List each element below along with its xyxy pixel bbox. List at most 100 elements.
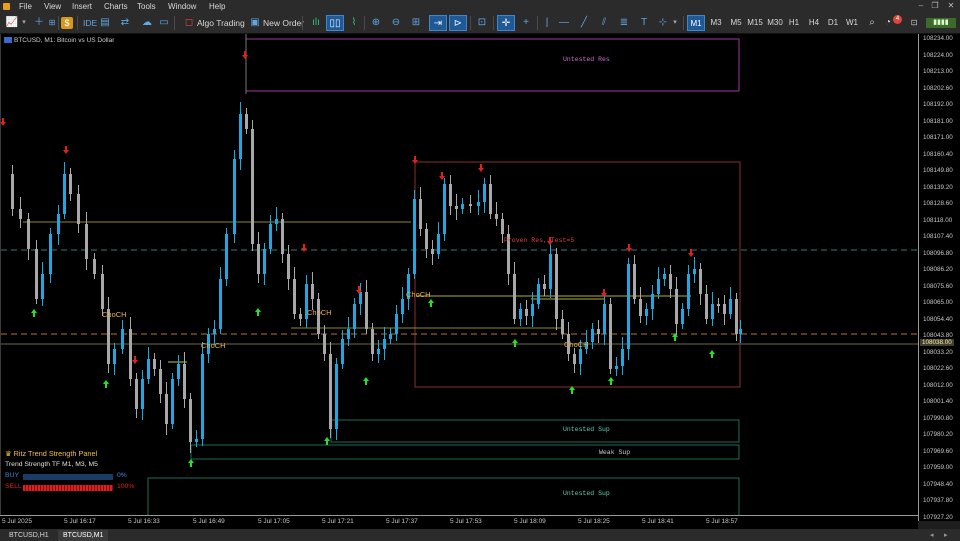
zoom-out-icon[interactable]: ⊖ xyxy=(389,15,403,31)
chart-canvas[interactable] xyxy=(1,34,918,521)
algo-trading-button[interactable]: Algo Trading xyxy=(197,15,245,31)
timeframe-h1[interactable]: H1 xyxy=(785,15,803,31)
candle xyxy=(19,209,22,219)
buy-strength-bar xyxy=(23,474,113,480)
timeframe-m3[interactable]: M3 xyxy=(707,15,725,31)
market-icon[interactable]: $ xyxy=(61,17,73,29)
candle xyxy=(531,304,534,316)
zoom-in-icon[interactable]: ⊕ xyxy=(369,15,383,31)
candle xyxy=(239,114,242,159)
price-axis[interactable]: 108234.00 108224.00 108213.00 108202.60 1081… xyxy=(918,34,960,521)
indicators-icon[interactable]: ⊡ xyxy=(474,15,490,31)
price-tick-label: 108107.40 xyxy=(923,233,953,240)
candle xyxy=(129,329,132,379)
timeframe-d1[interactable]: D1 xyxy=(825,15,841,31)
candle xyxy=(189,399,192,442)
timeframe-m15[interactable]: M15 xyxy=(745,15,765,31)
ide-button[interactable]: IDE xyxy=(83,15,97,31)
close-icon[interactable]: ✕ xyxy=(946,1,956,11)
timeframe-m5[interactable]: M5 xyxy=(727,15,745,31)
cursor-icon[interactable]: + xyxy=(519,15,533,31)
sell-arrow-icon xyxy=(242,51,248,59)
navigator-icon[interactable]: ⇄ xyxy=(118,15,132,31)
time-tick-label: 5 Jul 17:05 xyxy=(258,518,290,525)
time-tick-label: 5 Jul 18:57 xyxy=(706,518,738,525)
time-tick-label: 5 Jul 16:49 xyxy=(193,518,225,525)
untested-sup-zone-2 xyxy=(147,477,740,517)
grid-icon[interactable]: ⊞ xyxy=(409,15,423,31)
horizontal-line-icon[interactable]: — xyxy=(557,15,571,31)
price-tick-label: 108128.60 xyxy=(923,200,953,207)
sell-strength-fill xyxy=(23,485,113,491)
buy-arrow-icon xyxy=(709,350,715,358)
candle xyxy=(419,199,422,229)
timeframe-m30[interactable]: M30 xyxy=(765,15,785,31)
panel-title-row: ♛ Ritz Trend Strength Panel xyxy=(5,449,97,458)
buy-arrow-icon xyxy=(608,377,614,385)
timeframe-m1[interactable]: M1 xyxy=(687,15,705,31)
candle xyxy=(627,264,630,349)
trendline-icon[interactable]: ╱ xyxy=(577,15,591,31)
text-tool-icon[interactable]: T xyxy=(638,15,650,31)
chevron-down-icon[interactable]: ▾ xyxy=(671,15,679,31)
algo-trading-icon[interactable]: ◻ xyxy=(184,15,194,31)
search-icon[interactable]: ⌕ xyxy=(866,15,878,31)
candle xyxy=(513,274,516,319)
candles-group xyxy=(11,102,742,453)
candle xyxy=(495,214,498,219)
chart-type-icon[interactable]: 📈 xyxy=(4,15,20,31)
candle xyxy=(329,354,332,429)
candle xyxy=(121,329,124,349)
shapes-icon[interactable]: ⊹ xyxy=(656,15,670,31)
auto-scroll-icon[interactable]: ⇥ xyxy=(429,15,447,31)
chart-area[interactable]: Untested Res Proven Res, Test=5 Untested… xyxy=(0,34,918,521)
vps-icon[interactable]: ▭ xyxy=(158,15,170,31)
timeframe-h4[interactable]: H4 xyxy=(805,15,823,31)
tab-scroll-right-icon[interactable]: ▸ xyxy=(944,531,948,539)
channel-icon[interactable]: ⫽ xyxy=(597,15,611,31)
crosshair-icon[interactable]: ✛ xyxy=(497,15,515,31)
chevron-down-icon[interactable]: ▾ xyxy=(20,15,28,31)
candle xyxy=(401,299,404,314)
profiles-icon[interactable]: ⊞ xyxy=(46,15,58,31)
signals-icon[interactable]: ☁ xyxy=(140,15,154,31)
panel-sell-label: SELL xyxy=(5,483,22,490)
candlestick-chart-icon[interactable]: ▯▯ xyxy=(326,15,344,31)
notification-badge: 4 xyxy=(893,15,902,24)
untested-sup-zone-1 xyxy=(330,419,740,443)
new-order-button[interactable]: New Order xyxy=(263,15,304,31)
line-chart-icon[interactable]: ⌇ xyxy=(346,15,362,31)
menu-charts[interactable]: Charts xyxy=(104,2,128,11)
candle xyxy=(41,274,44,299)
account-icon[interactable]: ⊡ xyxy=(908,15,920,31)
tab-btcusd-m1[interactable]: BTCUSD,M1 xyxy=(58,530,109,541)
menu-insert[interactable]: Insert xyxy=(72,2,92,11)
time-axis[interactable]: 5 Jul 2025 5 Jul 16:17 5 Jul 16:33 5 Jul 16… xyxy=(0,515,918,529)
tab-scroll-left-icon[interactable]: ◂ xyxy=(930,531,934,539)
new-chart-icon[interactable]: ＋ xyxy=(32,15,46,31)
menu-file[interactable]: File xyxy=(19,2,32,11)
sell-arrow-icon xyxy=(1,118,6,126)
menu-view[interactable]: View xyxy=(44,2,61,11)
trophy-icon: ♛ xyxy=(5,449,12,458)
tab-btcusd-h1[interactable]: BTCUSD,H1 xyxy=(4,530,54,541)
bar-chart-icon[interactable]: ılı xyxy=(308,15,324,31)
candle xyxy=(549,254,552,289)
chart-shift-icon[interactable]: ⊳ xyxy=(449,15,467,31)
vertical-line-icon[interactable]: | xyxy=(541,15,553,31)
time-tick-label: 5 Jul 17:21 xyxy=(322,518,354,525)
candle xyxy=(159,369,162,394)
menu-help[interactable]: Help xyxy=(209,2,225,11)
timeframe-w1[interactable]: W1 xyxy=(843,15,861,31)
new-order-icon[interactable]: ▣ xyxy=(250,15,260,31)
restore-icon[interactable]: ❐ xyxy=(930,1,940,11)
menu-tools[interactable]: Tools xyxy=(137,2,156,11)
fibonacci-icon[interactable]: ≣ xyxy=(617,15,631,31)
data-window-icon[interactable]: ▤ xyxy=(98,15,112,31)
minimize-icon[interactable]: – xyxy=(916,1,926,11)
untested-sup-label-2: Untested Sup xyxy=(563,490,610,497)
price-tick-label: 108160.40 xyxy=(923,150,953,158)
candle xyxy=(621,349,624,366)
candle xyxy=(225,234,228,279)
menu-window[interactable]: Window xyxy=(168,2,196,11)
